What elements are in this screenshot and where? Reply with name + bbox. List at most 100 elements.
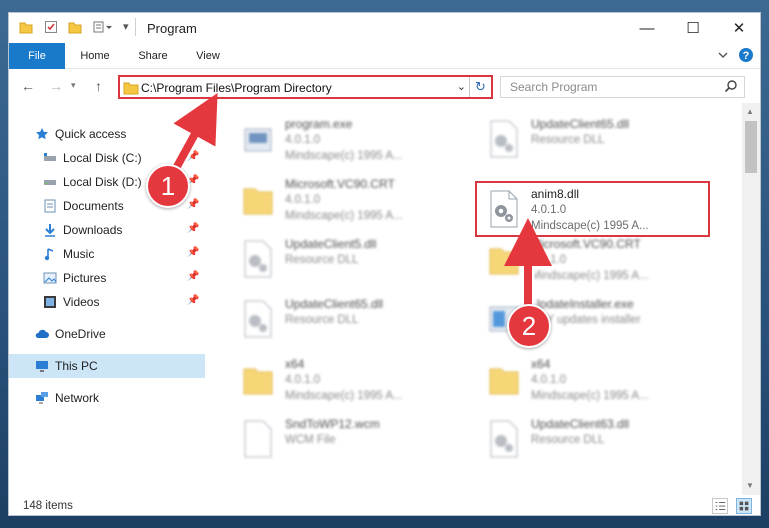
pin-icon[interactable]: 📌 [187, 151, 199, 162]
sidebar-item-label: Music [63, 247, 95, 261]
sidebar-item-this-pc[interactable]: This PC [9, 354, 205, 378]
scroll-thumb[interactable] [745, 121, 757, 173]
file-name: UpdateClient5.dll [285, 237, 377, 251]
folder-icon[interactable] [19, 20, 33, 34]
file-version: 4.0.1.0 [531, 254, 567, 266]
address-bar[interactable]: C:\Program Files\Program Directory ⌄ ↻ [118, 75, 493, 99]
new-folder-icon[interactable] [68, 20, 82, 34]
file-copyright: Mindscape(c) 1995 A... [531, 390, 649, 402]
back-button[interactable]: ← [21, 78, 35, 94]
pin-icon[interactable]: 📌 [187, 247, 199, 258]
file-description: Resource DLL [285, 254, 359, 266]
pin-icon[interactable]: 📌 [187, 271, 199, 282]
large-icons-view-icon[interactable] [736, 498, 752, 514]
refresh-icon[interactable]: ↻ [469, 77, 491, 97]
tab-home[interactable]: Home [71, 43, 119, 69]
address-dropdown-icon[interactable]: ⌄ [457, 80, 466, 93]
sidebar-item-quick-access[interactable]: Quick access [9, 122, 205, 146]
music-icon [44, 248, 54, 261]
file-copyright: Mindscape(c) 1995 A... [531, 270, 649, 282]
toolbar-dropdown-icon[interactable]: ▾ [123, 20, 129, 33]
folder-icon [243, 188, 273, 215]
tab-share[interactable]: Share [129, 43, 177, 69]
computer-icon [36, 361, 48, 372]
sidebar-item-label: This PC [55, 359, 98, 373]
tab-file[interactable]: File [9, 43, 65, 69]
file-tile-anim8-dll[interactable]: anim8.dll 4.0.1.0 Mindscape(c) 1995 A... [475, 181, 710, 237]
recent-locations-icon[interactable]: ▾ [71, 80, 76, 91]
search-icon[interactable] [724, 79, 738, 93]
sidebar-item-videos[interactable]: Videos 📌 [9, 290, 205, 314]
file-tile[interactable]: UpdateClient65.dll Resource DLL [231, 293, 466, 349]
maximize-button[interactable]: ☐ [670, 13, 716, 43]
tab-view[interactable]: View [185, 43, 231, 69]
folder-tile[interactable]: x64 4.0.1.0 Mindscape(c) 1995 A... [477, 353, 712, 409]
scroll-down-icon[interactable]: ▼ [746, 481, 754, 490]
folder-tile[interactable]: x64 4.0.1.0 Mindscape(c) 1995 A... [231, 353, 466, 409]
cloud-icon [35, 329, 49, 338]
vertical-scrollbar[interactable]: ▲ ▼ [742, 103, 760, 495]
forward-button[interactable]: → [49, 78, 63, 94]
step-badge-2: 2 [507, 304, 551, 348]
sidebar-item-onedrive[interactable]: OneDrive [9, 322, 205, 346]
customize-toolbar-icon[interactable] [93, 20, 115, 34]
file-tile[interactable]: UpdateClient63.dll Resource DLL [477, 413, 712, 469]
folder-icon [489, 368, 519, 395]
scroll-up-icon[interactable]: ▲ [746, 107, 754, 116]
sidebar-item-music[interactable]: Music 📌 [9, 242, 205, 266]
folder-tile[interactable]: Microsoft.VC90.CRT 4.0.1.0 Mindscape(c) … [231, 173, 466, 229]
sidebar-item-label: Quick access [55, 127, 127, 141]
file-name: UpdateClient63.dll [531, 417, 630, 431]
close-button[interactable]: ✕ [716, 13, 760, 43]
search-box[interactable]: Search Program [500, 76, 745, 98]
file-tile[interactable]: SndToWP12.wcm WCM File [231, 413, 466, 469]
file-tile[interactable]: program.exe 4.0.1.0 Mindscape(c) 1995 A.… [231, 113, 466, 169]
folder-icon [243, 368, 273, 395]
file-description: WCM File [285, 434, 336, 446]
pin-icon[interactable]: 📌 [187, 199, 199, 210]
navigation-pane: Quick access Local Disk (C:) 📌 Local Dis… [9, 103, 205, 495]
documents-icon [44, 199, 56, 213]
file-name: Microsoft.VC90.CRT [531, 237, 641, 251]
file-version: 4.0.1.0 [285, 374, 321, 386]
exe-icon [244, 128, 272, 152]
ribbon-tabs: File Home Share View ? [9, 43, 760, 69]
folder-tile[interactable]: Microsoft.VC90.CRT 4.0.1.0 Mindscape(c) … [477, 233, 712, 289]
search-input[interactable]: Search Program [510, 80, 597, 94]
title-divider [135, 18, 136, 36]
file-name: x64 [285, 357, 305, 371]
file-list: program.exe 4.0.1.0 Mindscape(c) 1995 A.… [205, 103, 742, 495]
file-tile[interactable]: UpdateClient5.dll Resource DLL [231, 233, 466, 289]
pin-icon[interactable]: 📌 [187, 295, 199, 306]
sidebar-item-label: Documents [63, 199, 124, 213]
details-view-icon[interactable] [712, 498, 728, 514]
file-icon [244, 420, 272, 458]
network-icon [36, 392, 48, 404]
file-name: SndToWP12.wcm [285, 417, 380, 431]
pictures-icon [43, 272, 57, 284]
sidebar-item-pictures[interactable]: Pictures 📌 [9, 266, 205, 290]
downloads-icon [45, 224, 55, 237]
file-name: anim8.dll [531, 187, 580, 201]
file-description: Resource DLL [285, 314, 359, 326]
properties-icon[interactable] [44, 20, 58, 34]
drive-icon [44, 180, 56, 185]
up-button[interactable]: ↑ [95, 78, 102, 94]
sidebar-item-label: Videos [63, 295, 100, 309]
pin-icon[interactable]: 📌 [187, 223, 199, 234]
star-icon [36, 128, 48, 140]
sidebar-item-label: Downloads [63, 223, 123, 237]
file-name: UpdateClient65.dll [531, 117, 630, 131]
file-explorer-window: ▾ Program — ☐ ✕ File Home Share View ? ←… [8, 12, 761, 516]
sidebar-item-network[interactable]: Network [9, 386, 205, 410]
file-copyright: Mindscape(c) 1995 A... [285, 150, 403, 162]
minimize-button[interactable]: — [624, 13, 670, 43]
window-title: Program [147, 21, 197, 36]
address-path[interactable]: C:\Program Files\Program Directory [141, 81, 332, 95]
file-name: UpdateClient65.dll [285, 297, 384, 311]
svg-text:?: ? [743, 50, 750, 62]
sidebar-item-downloads[interactable]: Downloads 📌 [9, 218, 205, 242]
expand-ribbon-icon[interactable] [717, 49, 729, 61]
help-icon[interactable]: ? [738, 47, 754, 63]
file-tile[interactable]: UpdateClient65.dll Resource DLL [477, 113, 712, 169]
